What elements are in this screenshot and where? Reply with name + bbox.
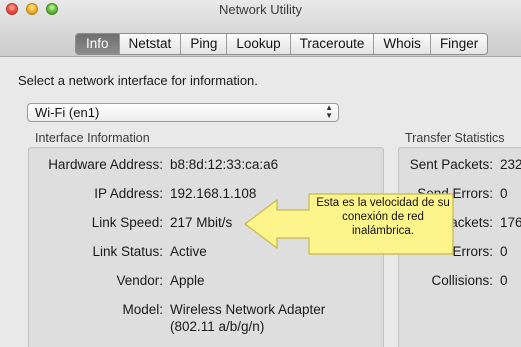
tab-traceroute[interactable]: Traceroute bbox=[289, 34, 374, 54]
send-errors-value: 0 bbox=[500, 186, 508, 201]
link-speed-label: Link Speed: bbox=[91, 215, 163, 230]
hardware-address-value: b8:8d:12:33:ca:a6 bbox=[170, 157, 279, 172]
interface-information-label: Interface Information bbox=[35, 131, 150, 145]
vendor-label: Vendor: bbox=[116, 273, 163, 288]
model-value: Wireless Network Adapter bbox=[170, 302, 326, 317]
hardware-address-label: Hardware Address: bbox=[48, 157, 163, 172]
sent-packets-label: Sent Packets: bbox=[409, 157, 493, 172]
select-arrows-icon: ▲ ▼ bbox=[325, 103, 333, 120]
tab-lookup[interactable]: Lookup bbox=[226, 34, 289, 54]
link-speed-value: 217 Mbit/s bbox=[170, 215, 233, 230]
received-packets-value: 176 bbox=[500, 215, 521, 230]
link-speed-callout: Esta es la velocidad de su conexión de r… bbox=[243, 192, 457, 258]
title-bar: Network Utility Info Netstat Ping Lookup… bbox=[0, 0, 521, 57]
tab-bar: Info Netstat Ping Lookup Traceroute Whoi… bbox=[75, 33, 489, 55]
interface-select[interactable]: Wi-Fi (en1) ▲ ▼ bbox=[27, 103, 339, 122]
tab-finger[interactable]: Finger bbox=[429, 34, 487, 54]
ip-address-label: IP Address: bbox=[94, 186, 163, 201]
tab-netstat[interactable]: Netstat bbox=[118, 34, 181, 54]
network-utility-window: Network Utility Info Netstat Ping Lookup… bbox=[0, 0, 521, 347]
receive-errors-label: Errors: bbox=[452, 244, 494, 259]
collisions-value: 0 bbox=[500, 273, 508, 288]
tab-whois[interactable]: Whois bbox=[373, 34, 430, 54]
receive-errors-value: 0 bbox=[500, 244, 508, 259]
model-value-line2: (802.11 a/b/g/n) bbox=[170, 319, 265, 334]
window-title: Network Utility bbox=[218, 2, 303, 17]
link-status-value: Active bbox=[170, 244, 207, 259]
transfer-statistics-label: Transfer Statistics bbox=[405, 131, 505, 145]
interface-prompt: Select a network interface for informati… bbox=[18, 73, 258, 88]
tab-info[interactable]: Info bbox=[76, 34, 119, 54]
model-label: Model: bbox=[122, 302, 163, 317]
link-status-label: Link Status: bbox=[92, 244, 163, 259]
tab-ping[interactable]: Ping bbox=[180, 34, 226, 54]
collisions-label: Collisions: bbox=[431, 273, 493, 288]
vendor-value: Apple bbox=[170, 273, 205, 288]
interface-select-value: Wi-Fi (en1) bbox=[35, 105, 100, 120]
callout-text: Esta es la velocidad de su conexión de r… bbox=[316, 197, 450, 237]
sent-packets-value: 232 bbox=[500, 157, 521, 172]
